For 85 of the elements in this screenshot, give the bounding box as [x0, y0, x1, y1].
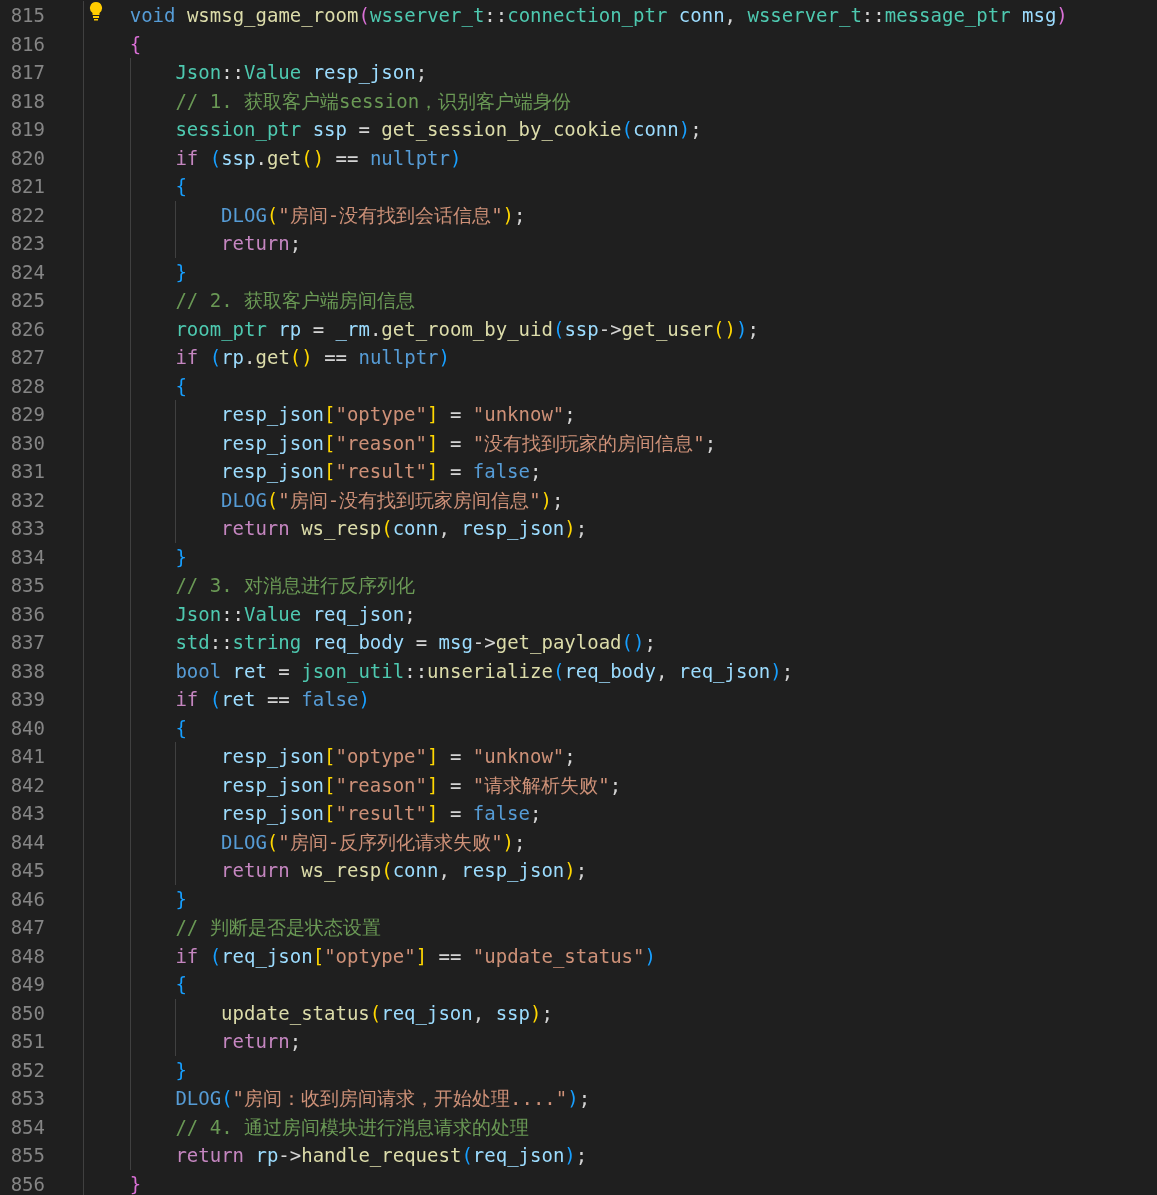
line-number: 844	[9, 829, 45, 855]
code-line: {	[129, 31, 142, 57]
line-number: 830	[9, 430, 45, 456]
line-number: 839	[9, 687, 45, 712]
lightbulb-icon[interactable]	[88, 1, 103, 22]
line-number: 833	[9, 516, 45, 541]
code-line: }	[175, 886, 187, 912]
code-line: if (ssp.get() == nullptr)	[175, 145, 462, 171]
line-number: 816	[9, 31, 45, 57]
code-line: // 2. 获取客户端房间信息	[175, 288, 415, 313]
line-number: 838	[9, 658, 45, 684]
code-line: // 4. 通过房间模块进行消息请求的处理	[175, 1114, 529, 1140]
line-number: 821	[9, 174, 45, 199]
line-number: 820	[9, 145, 45, 171]
code-line: return rp->handle_request(req_json);	[175, 1143, 588, 1169]
line-number: 855	[9, 1143, 45, 1168]
code-line: bool ret = json_util::unserialize(req_body, req_json);	[175, 658, 794, 685]
line-number: 850	[9, 1000, 45, 1026]
line-number: 842	[9, 772, 45, 798]
code-line: Json::Value req_json;	[175, 601, 416, 628]
code-line: if (ret == false)	[175, 687, 370, 712]
code-line: void wsmsg_game_room(wsserver_t::connection_ptr conn, wsserver_t::message_ptr msg)	[129, 3, 1068, 29]
code-line: }	[175, 259, 187, 285]
line-number: 825	[9, 288, 45, 313]
code-line: }	[175, 544, 187, 570]
line-number: 856	[9, 1171, 45, 1195]
line-number: 832	[9, 487, 45, 513]
line-number: 836	[9, 601, 45, 627]
line-number: 834	[9, 544, 45, 570]
code-line: room_ptr rp = _rm.get_room_by_uid(ssp->get_user());	[175, 316, 759, 343]
line-number: 846	[9, 886, 45, 912]
code-line: Json::Value resp_json;	[175, 60, 428, 86]
line-number: 831	[9, 459, 45, 484]
code-line: {	[175, 972, 187, 997]
code-line: resp_json["optype"] = "unknow";	[221, 744, 576, 770]
code-line: resp_json["reason"] = "没有找到玩家的房间信息";	[221, 430, 717, 457]
code-line: session_ptr ssp = get_session_by_cookie(conn);	[175, 117, 702, 143]
code-line: DLOG("房间-没有找到玩家房间信息");	[221, 487, 564, 513]
code-line: std::string req_body = msg->get_payload();	[175, 630, 656, 656]
line-number: 852	[9, 1057, 45, 1083]
code-line: }	[129, 1171, 142, 1195]
line-number: 849	[9, 972, 45, 997]
line-number: 827	[9, 345, 45, 370]
line-number: 840	[9, 715, 45, 741]
line-number: 817	[9, 60, 45, 85]
code-line: resp_json["result"] = false;	[221, 459, 542, 485]
line-number: 837	[9, 630, 45, 655]
code-line: // 判断是否是状态设置	[175, 915, 381, 940]
code-line: DLOG("房间-反序列化请求失败");	[221, 829, 526, 855]
line-number: 826	[9, 316, 45, 342]
code-line: return;	[221, 231, 302, 256]
line-number: 843	[9, 801, 45, 826]
code-line: return ws_resp(conn, resp_json);	[221, 858, 588, 884]
line-number: 829	[9, 402, 45, 427]
code-line: if (req_json["optype"] == "update_status")	[175, 943, 656, 970]
code-line: }	[175, 1057, 187, 1083]
code-line: resp_json["result"] = false;	[221, 801, 542, 827]
line-number: 824	[9, 259, 45, 285]
line-number: 823	[9, 231, 45, 256]
code-line: {	[175, 715, 187, 741]
code-line: // 1. 获取客户端session，识别客户端身份	[175, 88, 572, 114]
code-line: return;	[221, 1029, 302, 1054]
code-line: update_status(req_json, ssp);	[221, 1000, 553, 1027]
line-number: 853	[9, 1086, 45, 1111]
code-line: if (rp.get() == nullptr)	[175, 345, 450, 370]
line-number: 815	[9, 3, 45, 28]
code-line: return ws_resp(conn, resp_json);	[221, 516, 588, 542]
line-number: 818	[9, 88, 45, 114]
code-line: resp_json["reason"] = "请求解析失败";	[221, 772, 622, 799]
code-line: resp_json["optype"] = "unknow";	[221, 402, 576, 428]
line-number: 845	[9, 858, 45, 883]
line-number: 822	[9, 202, 45, 228]
line-number: 848	[9, 943, 45, 969]
code-line: {	[175, 373, 187, 399]
code-line: DLOG("房间-没有找到会话信息");	[221, 202, 526, 228]
code-line: // 3. 对消息进行反序列化	[175, 573, 415, 598]
line-number: 828	[9, 373, 45, 399]
line-number: 854	[9, 1114, 45, 1140]
line-number: 851	[9, 1029, 45, 1054]
line-number: 835	[9, 573, 45, 598]
line-number: 847	[9, 915, 45, 940]
line-number: 819	[9, 117, 45, 142]
line-number: 841	[9, 744, 45, 769]
code-line: DLOG("房间：收到房间请求，开始处理....");	[175, 1086, 591, 1111]
code-line: {	[175, 174, 187, 199]
